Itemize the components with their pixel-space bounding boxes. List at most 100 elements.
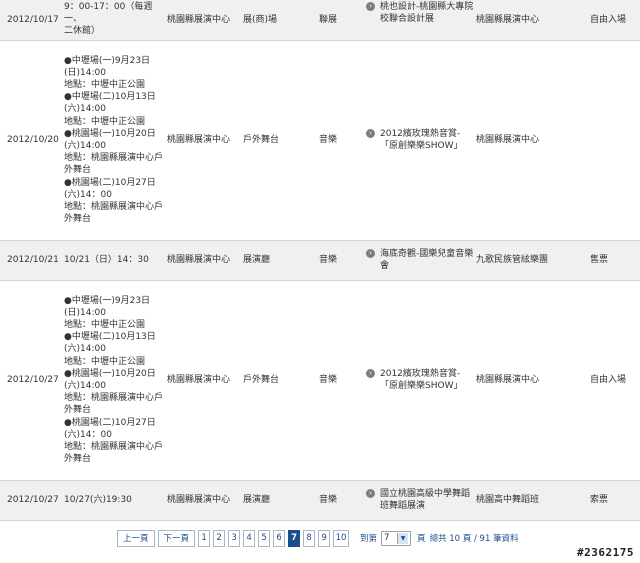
event-time-line: (日)14:00 [64, 67, 106, 78]
page-button-5[interactable]: 5 [258, 529, 271, 547]
event-organizer: 桃園縣展演中心 [476, 0, 590, 41]
event-hall: 戶外舞台 [243, 40, 319, 241]
page-button-4[interactable]: 4 [243, 529, 256, 547]
event-time-line: (六)14:00 [64, 141, 106, 151]
event-time-line: 外舞台 [64, 405, 92, 416]
event-title-link[interactable]: 海底奇觀-國樂兒童音樂會 [380, 248, 476, 272]
goto-page-label[interactable]: 到第 [360, 532, 377, 544]
chevron-right-icon: › [366, 128, 375, 138]
page-button-9[interactable]: 9 [318, 529, 331, 547]
chevron-right-icon: › [366, 488, 375, 498]
event-time-line: 地點：桃園縣展演中心戶 [64, 202, 164, 213]
events-table: 2012/10/1710/17(二)-11/04(日)，9：00-17：00（每… [0, 0, 640, 521]
event-organizer: 桃園高中舞蹈班 [476, 480, 590, 521]
chevron-down-icon: ▼ [397, 532, 409, 544]
pagination: 上一頁 下一頁 1 2 3 4 5 6 7 8 9 10 到第 7 ▼ 頁 總共 10 頁 / 9… [0, 527, 640, 549]
event-time: 10/17(二)-11/04(日)，9：00-17：00（每週一、二休館） [62, 0, 167, 41]
event-hall: 展演廳 [243, 240, 319, 281]
event-date: 2012/10/20 [0, 40, 62, 241]
event-title-cell[interactable]: › 國立桃園高級中學舞蹈班舞蹈展演 [366, 480, 476, 521]
event-title-cell[interactable]: › 2012繽玫瑰熱音賞-「原創樂樂SHOW」 [366, 280, 476, 481]
chevron-right-icon: › [366, 2, 375, 12]
event-time-line: 10/21（日）14：30 [64, 254, 149, 265]
goto-page-select[interactable]: 7 ▼ [381, 530, 412, 546]
event-title-link[interactable]: 桃也設計-桃園縣大專院校聯合設計展 [380, 1, 476, 25]
table-row: 2012/10/27 10/27(六)19:30 桃園縣展演中心 展演廳 音樂 › 國立桃園… [0, 480, 640, 521]
page-unit-label: 頁 [417, 534, 426, 544]
event-time: ●中壢場(一)9月23日 (日)14:00 地點：中壢中正公園 ●中壢場(二)10月1… [62, 280, 167, 481]
event-time-line: (六)14:00 [64, 381, 106, 391]
chevron-right-icon: › [366, 248, 375, 258]
event-time-line: 地點：中壢中正公園 [64, 356, 146, 367]
event-organizer: 桃園縣展演中心 [476, 280, 590, 481]
event-title-link[interactable]: 國立桃園高級中學舞蹈班舞蹈展演 [380, 488, 476, 512]
page-button-6[interactable]: 6 [273, 529, 286, 547]
event-time-line: 10/27(六)19:30 [64, 494, 132, 505]
page-button-1[interactable]: 1 [198, 529, 211, 547]
event-time-line: 地點：中壢中正公園 [64, 116, 146, 127]
event-time-line: 地點：桃園縣展演中心戶 [64, 442, 164, 453]
event-time-line: ●桃園場(一)10月20日 [64, 368, 156, 379]
event-date: 2012/10/27 [0, 480, 62, 521]
event-time-line: (六)14：00 [64, 429, 112, 440]
page-button-8[interactable]: 8 [303, 529, 316, 547]
event-venue: 桃園縣展演中心 [167, 40, 243, 241]
event-time: 10/21（日）14：30 [62, 240, 167, 281]
event-time-line: (六)14：00 [64, 189, 112, 200]
event-time-line: 地點：中壢中正公園 [64, 319, 146, 330]
event-time-line: ●中壢場(一)9月23日 [64, 55, 151, 66]
event-hall: 展演廳 [243, 480, 319, 521]
event-category: 音樂 [319, 280, 366, 481]
table-row: 2012/10/27 ●中壢場(一)9月23日 (日)14:00 地點：中壢中正公園 ●… [0, 280, 640, 481]
chevron-right-icon: › [366, 368, 375, 378]
event-ticket [590, 40, 640, 241]
event-time-line: 外舞台 [64, 214, 92, 225]
table-row: 2012/10/1710/17(二)-11/04(日)，9：00-17：00（每… [0, 0, 640, 41]
prev-page-button[interactable]: 上一頁 [117, 529, 155, 547]
table-row: 2012/10/21 10/21（日）14：30 桃園縣展演中心 展演廳 音樂 › 海底奇觀… [0, 240, 640, 281]
page-button-2[interactable]: 2 [213, 529, 226, 547]
event-time-line: ●中壢場(二)10月13日 [64, 332, 156, 343]
event-time: ●中壢場(一)9月23日 (日)14:00 地點：中壢中正公園 ●中壢場(二)10月1… [62, 40, 167, 241]
event-time-line: (六)14:00 [64, 104, 106, 115]
event-title-cell[interactable]: › 2012繽玫瑰熱音賞-「原創樂樂SHOW」 [366, 40, 476, 241]
event-time-line: 地點：桃園縣展演中心戶 [64, 153, 164, 164]
event-hall: 戶外舞台 [243, 280, 319, 481]
event-venue: 桃園縣展演中心 [167, 280, 243, 481]
event-category: 音樂 [319, 480, 366, 521]
event-venue: 桃園縣展演中心 [167, 480, 243, 521]
event-date: 2012/10/21 [0, 240, 62, 281]
event-time-line: (六)14:00 [64, 344, 106, 355]
next-page-button[interactable]: 下一頁 [157, 529, 196, 547]
goto-page-value: 7 [384, 533, 390, 543]
table-row: 2012/10/20 ●中壢場(一)9月23日 (日)14:00 地點：中壢中正公園 ●… [0, 40, 640, 241]
event-date: 2012/10/27 [0, 280, 62, 481]
event-time-line: 外舞台 [64, 165, 92, 176]
event-date: 2012/10/17 [0, 0, 62, 41]
event-title-link[interactable]: 2012繽玫瑰熱音賞-「原創樂樂SHOW」 [380, 128, 476, 152]
page-number-list: 1 2 3 4 5 6 7 8 9 10 [198, 529, 352, 547]
event-ticket: 售票 [590, 240, 640, 281]
event-organizer: 桃園縣展演中心 [476, 40, 590, 241]
event-title-cell[interactable]: › 海底奇觀-國樂兒童音樂會 [366, 240, 476, 281]
event-time-line: ●桃園場(一)10月20日 [64, 128, 156, 139]
page-button-3[interactable]: 3 [228, 529, 241, 547]
event-time-line: ●桃園場(二)10月27日 [64, 177, 156, 188]
event-category: 聯展 [319, 0, 366, 41]
event-time-line: 外舞台 [64, 454, 92, 465]
page-button-7[interactable]: 7 [288, 529, 301, 547]
event-ticket: 自由入場 [590, 0, 640, 41]
event-time-line: ●桃園場(二)10月27日 [64, 417, 156, 428]
event-venue: 桃園縣展演中心 [167, 0, 243, 41]
event-time-line: 地點：桃園縣展演中心戶 [64, 393, 164, 404]
event-time-line: 地點：中壢中正公園 [64, 79, 146, 90]
event-time: 10/27(六)19:30 [62, 480, 167, 521]
page-button-10[interactable]: 10 [333, 529, 350, 547]
event-organizer: 九歌民族管絃樂團 [476, 240, 590, 281]
event-title-cell[interactable]: › 桃也設計-桃園縣大專院校聯合設計展 [366, 0, 476, 41]
watermark: #2362175 [577, 546, 634, 559]
event-time-line: ●中壢場(一)9月23日 [64, 295, 151, 306]
event-time-line: 9：00-17：00（每週一、 [64, 2, 153, 25]
event-title-link[interactable]: 2012繽玫瑰熱音賞-「原創樂樂SHOW」 [380, 368, 476, 392]
event-venue: 桃園縣展演中心 [167, 240, 243, 281]
